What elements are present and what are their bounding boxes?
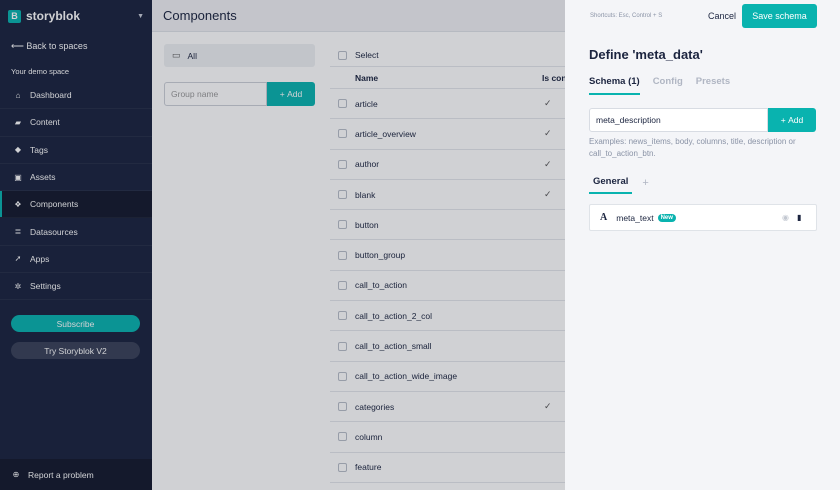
field-group-tabs: General + [589,176,649,194]
tab-config[interactable]: Config [653,76,683,95]
schema-panel: Shortcuts: Esc, Control + S Cancel Save … [565,0,840,490]
text-type-icon: A [600,212,608,223]
new-field-row: meta_description + Add [589,108,816,132]
panel-title: Define 'meta_data' [589,47,703,62]
tab-schema[interactable]: Schema (1) [589,76,640,95]
new-badge: New [657,213,676,222]
tab-presets[interactable]: Presets [696,76,730,95]
field-name: meta_text [616,212,654,223]
modal-overlay[interactable] [0,0,565,490]
add-field-label: Add [788,115,804,125]
tab-general[interactable]: General [589,176,633,194]
trash-icon[interactable]: ▮ [797,213,801,222]
eye-icon[interactable]: ◉ [782,213,789,222]
schema-field-item[interactable]: A meta_text New ◉ ▮ [589,204,817,231]
cancel-button[interactable]: Cancel [708,11,736,21]
plus-icon: + [780,115,789,125]
add-tab-plus-icon[interactable]: + [642,177,648,194]
save-schema-button[interactable]: Save schema [742,4,817,28]
add-field-button[interactable]: + Add [768,108,816,132]
panel-tabs: Schema (1) Config Presets [589,76,743,95]
field-name-input[interactable]: meta_description [589,108,768,132]
examples-hint: Examples: news_items, body, columns, tit… [589,137,796,158]
shortcuts-hint: Shortcuts: Esc, Control + S [590,13,663,19]
